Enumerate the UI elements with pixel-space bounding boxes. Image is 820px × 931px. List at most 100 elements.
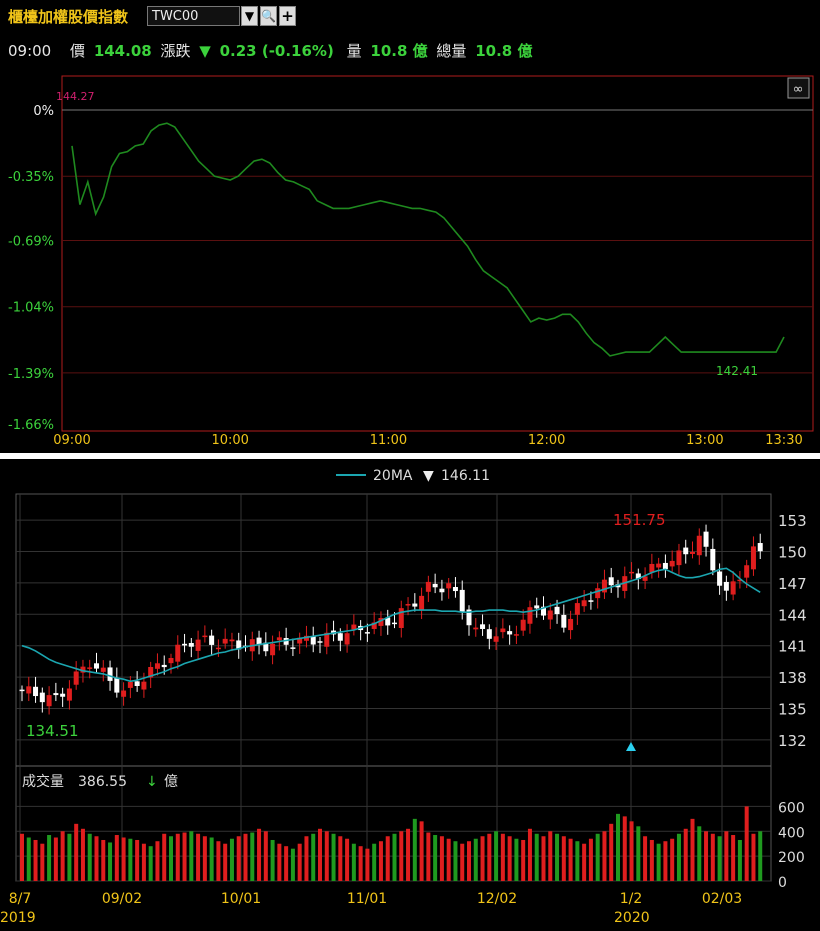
volume-bar (724, 831, 729, 881)
candle-body (19, 689, 25, 692)
price-y-tick: 138 (778, 669, 807, 687)
volume-bar (263, 831, 268, 881)
volume-bar (487, 833, 492, 881)
volume-bar (257, 828, 262, 881)
volume-bar (67, 833, 72, 881)
price-y-tick: 150 (778, 544, 807, 562)
volume-bar (182, 832, 187, 881)
volume-bar (602, 831, 607, 881)
volume-bar (40, 843, 45, 881)
volume-bar (575, 841, 580, 881)
volume-bar (690, 818, 695, 881)
high-label: 151.75 (613, 511, 666, 529)
volume-bar (80, 828, 85, 881)
candle-body (46, 695, 52, 707)
candle-body (527, 607, 533, 624)
candle-body (127, 682, 133, 688)
candle-body (513, 634, 519, 636)
candle-body (703, 531, 709, 547)
volume-bar (582, 843, 587, 881)
volume-bar (229, 838, 234, 881)
volume-bar (189, 831, 194, 881)
candle-body (649, 563, 655, 573)
candle-body (683, 547, 689, 555)
volume-bar (514, 838, 519, 881)
candle-body (561, 614, 567, 628)
volume-bar (324, 831, 329, 881)
volume-y-tick: 0 (778, 875, 787, 891)
volume-bar (74, 823, 79, 881)
volume-bar (643, 836, 648, 881)
candle-body (723, 581, 729, 591)
candle-body (459, 589, 465, 612)
volume-bar (433, 835, 438, 881)
volume-y-tick: 400 (778, 825, 805, 841)
volume-bar (467, 841, 471, 881)
volume-bar (304, 836, 309, 881)
candle-body (256, 637, 262, 645)
candle-body (182, 643, 188, 646)
candle-body (520, 619, 526, 631)
volume-bar (670, 838, 675, 881)
candle-body (486, 629, 492, 639)
candle-body (392, 622, 397, 625)
volume-bar (216, 841, 221, 881)
volume-bar (717, 836, 722, 881)
volume-bar (561, 836, 566, 881)
volume-bar (121, 837, 126, 881)
volume-bar (202, 836, 207, 881)
candle-body (452, 587, 458, 592)
volume-bar (494, 831, 499, 881)
price-y-tick: 153 (778, 512, 807, 530)
candle-body (209, 635, 215, 645)
intraday-y-tick: -0.69% (8, 235, 54, 250)
date-x-tick: 10/01 (221, 891, 261, 907)
candle-body (66, 688, 72, 701)
volume-bar (87, 833, 92, 881)
low-price-label: 142.41 (716, 364, 758, 378)
volume-bar (331, 833, 336, 881)
candle-body (588, 600, 594, 602)
candle-body (317, 641, 323, 643)
volume-bar (101, 839, 106, 881)
volume-y-tick: 200 (778, 850, 805, 866)
volume-bar (460, 843, 465, 881)
intraday-x-tick: 13:00 (686, 433, 723, 448)
volume-bar (351, 843, 356, 881)
volume-bar (60, 831, 65, 881)
volume-bar (595, 833, 600, 881)
candle-body (473, 627, 479, 630)
volume-bar (148, 846, 153, 881)
volume-bar (758, 831, 763, 881)
volume-bar (399, 831, 404, 881)
candle-body (39, 692, 45, 703)
volume-total: 386.55 (78, 774, 127, 790)
candle-body (412, 603, 418, 607)
volume-bar (534, 833, 539, 881)
candle-body (669, 560, 675, 567)
candle-body (744, 565, 750, 578)
volume-bar (141, 843, 146, 881)
candle-body (547, 610, 553, 620)
volume-bar (636, 826, 641, 881)
candle-body (337, 633, 343, 641)
event-marker-icon (626, 742, 636, 751)
candle-body (53, 693, 59, 696)
candle-body (222, 638, 228, 644)
candle-body (26, 686, 32, 694)
price-y-tick: 147 (778, 575, 807, 593)
candle-body (480, 624, 486, 629)
candle-body (168, 658, 174, 664)
volume-bar (277, 843, 282, 881)
link-button[interactable]: ∞ (787, 77, 810, 99)
candle-body (568, 618, 574, 631)
candle-body (757, 543, 763, 552)
candle-body (229, 639, 235, 642)
candle-body (507, 631, 513, 635)
candle-body (662, 562, 668, 570)
candle-body (690, 551, 695, 554)
candle-body (94, 663, 99, 669)
candle-body (439, 588, 445, 593)
volume-bar (250, 832, 255, 881)
volume-bar (588, 838, 593, 881)
